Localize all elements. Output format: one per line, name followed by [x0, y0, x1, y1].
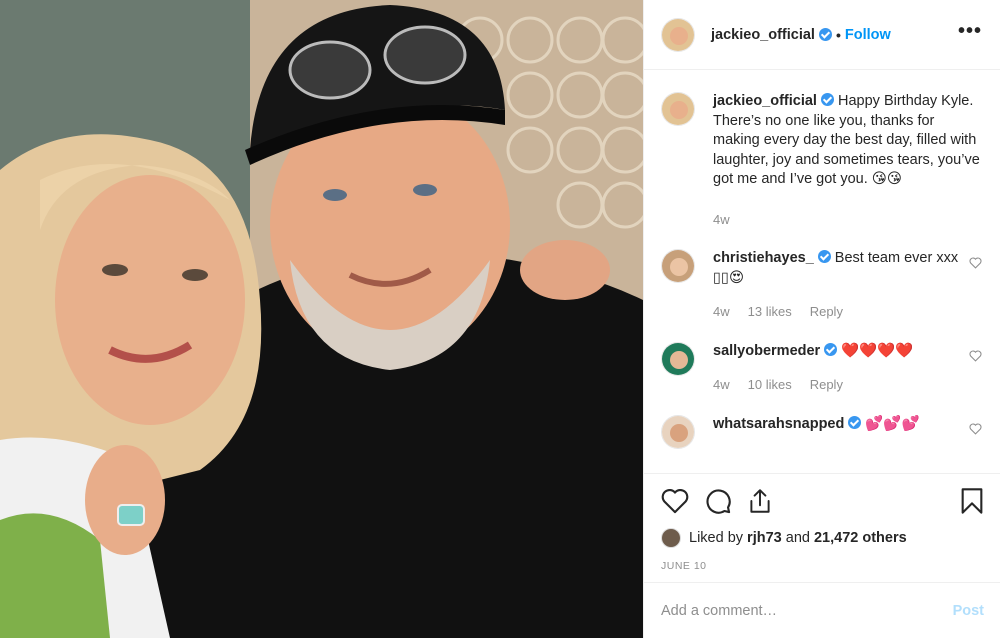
comment-text: ❤️❤️❤️❤️	[841, 342, 914, 359]
verified-badge-icon	[820, 93, 834, 106]
comment-likes[interactable]: 13 likes	[748, 302, 792, 322]
author-username[interactable]: jackieo_official	[711, 27, 815, 43]
commenter-avatar[interactable]	[661, 341, 695, 376]
avatar-image	[662, 93, 694, 125]
reply-button[interactable]: Reply	[810, 375, 843, 395]
avatar-image	[662, 18, 694, 51]
author-avatar[interactable]	[661, 17, 695, 52]
post-actions: Liked by rjh73 and 21,472 others JUNE 10	[644, 473, 1000, 572]
verified-badge-icon	[848, 415, 862, 429]
comment-item: whatsarahsnapped 💕💕💕	[661, 414, 982, 449]
comment-age[interactable]: 4w	[713, 375, 730, 395]
post-comment-button[interactable]: Post	[953, 603, 984, 619]
avatar-image	[662, 342, 694, 375]
like-heart-icon[interactable]	[661, 488, 689, 514]
separator-dot: •	[835, 26, 841, 43]
commenter-avatar[interactable]	[661, 249, 695, 283]
caption-age[interactable]: 4w	[713, 210, 730, 230]
bookmark-icon[interactable]	[960, 487, 984, 515]
comment-likes[interactable]: 10 likes	[748, 375, 792, 395]
comment-username[interactable]: whatsarahsnapped	[713, 416, 844, 432]
avatar-image	[662, 250, 694, 282]
more-options-icon[interactable]: •••	[958, 21, 982, 44]
likes-count[interactable]: 21,472 others	[814, 530, 907, 546]
comment-item: sallyobermeder ❤️❤️❤️❤️ 4w 10 likes Repl…	[661, 341, 982, 395]
verified-badge-icon	[824, 342, 838, 356]
add-comment-input[interactable]	[661, 602, 953, 619]
photo-illustration	[0, 0, 643, 638]
commenter-avatar[interactable]	[661, 414, 695, 449]
likes-prefix: Liked by	[689, 530, 744, 546]
post-photo[interactable]	[0, 0, 643, 638]
instagram-post: jackieo_official • Follow ••• jackieo_of…	[0, 0, 1000, 638]
comment-age[interactable]: 4w	[713, 302, 730, 322]
comment-username[interactable]: sallyobermeder	[713, 343, 820, 359]
action-icons	[661, 486, 984, 516]
author-avatar[interactable]	[661, 92, 695, 126]
liker-avatar[interactable]	[661, 528, 681, 548]
reply-button[interactable]: Reply	[810, 302, 843, 322]
likes-conjunction: and	[785, 530, 810, 546]
like-comment-heart-icon[interactable]	[969, 257, 982, 269]
side-panel: jackieo_official • Follow ••• jackieo_of…	[643, 0, 1000, 638]
comment-username[interactable]: christiehayes_	[713, 250, 814, 266]
verified-badge-icon	[817, 250, 831, 263]
liker-username[interactable]: rjh73	[747, 530, 782, 546]
share-icon[interactable]	[747, 487, 773, 515]
like-comment-heart-icon[interactable]	[969, 349, 982, 362]
likes-summary: Liked by rjh73 and 21,472 others	[661, 528, 984, 548]
comments-section: jackieo_official Happy Birthday Kyle. Th…	[644, 70, 1000, 473]
like-comment-heart-icon[interactable]	[969, 422, 982, 435]
add-comment-bar: Post	[644, 582, 1000, 638]
comment-text: 💕💕💕	[865, 415, 920, 432]
comment-bubble-icon[interactable]	[704, 487, 732, 515]
post-header: jackieo_official • Follow •••	[644, 0, 1000, 70]
post-date[interactable]: JUNE 10	[661, 560, 984, 572]
comment-item: christiehayes_ Best team ever xxx ▯▯😍 4w…	[661, 249, 982, 322]
verified-badge-icon	[818, 28, 832, 41]
caption-username[interactable]: jackieo_official	[713, 93, 817, 109]
caption: jackieo_official Happy Birthday Kyle. Th…	[661, 92, 982, 229]
follow-button[interactable]: Follow	[845, 27, 891, 43]
avatar-image	[662, 415, 694, 448]
